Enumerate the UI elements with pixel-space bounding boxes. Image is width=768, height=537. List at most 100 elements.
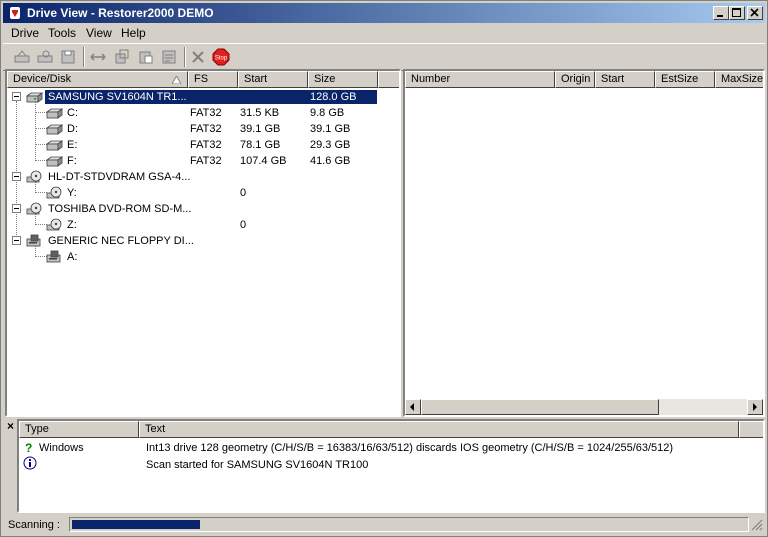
delete-icon[interactable] (189, 48, 207, 66)
tree-row-size: 9.8 GB (310, 107, 345, 119)
scan-drive-icon[interactable] (36, 48, 54, 66)
tree-row-size: 29.3 GB (310, 139, 351, 151)
question-icon: ? (25, 441, 33, 455)
cd-drive-icon (26, 170, 42, 183)
resize-grip-icon[interactable] (751, 519, 763, 531)
toolbar-separator (184, 47, 186, 67)
scroll-right-button[interactable] (747, 399, 763, 415)
properties-icon[interactable] (160, 48, 178, 66)
maximize-button[interactable] (729, 6, 745, 20)
tree-line (35, 101, 36, 159)
menu-bar: Drive Tools View Help (3, 24, 765, 42)
menu-help[interactable]: Help (121, 26, 146, 40)
column-header-fs[interactable]: FS (188, 71, 238, 88)
partition-icon (45, 140, 63, 151)
column-header-origin[interactable]: Origin (555, 71, 595, 88)
partition-list-panel[interactable]: Number Origin Start EstSize MaxSize (403, 69, 765, 417)
tree-row-name[interactable]: E: (67, 138, 77, 152)
tree-row-start: 78.1 GB (240, 139, 281, 151)
sort-ascending-icon (172, 76, 181, 84)
arrow-right-icon (753, 403, 757, 411)
info-icon (23, 456, 37, 470)
column-header-size[interactable]: Size (308, 71, 378, 88)
close-button[interactable] (747, 6, 763, 20)
tree-row-fs: FAT32 (190, 107, 222, 119)
device-tree-panel[interactable]: Device/Disk FS Start Size SAMSUNG SV1604… (5, 69, 401, 417)
save-scan-icon[interactable] (59, 48, 77, 66)
horizontal-scrollbar[interactable] (405, 399, 763, 415)
partition-icon (45, 156, 63, 167)
scroll-left-button[interactable] (405, 399, 421, 415)
minimize-icon (717, 15, 723, 17)
tree-row-name[interactable]: D: (67, 122, 78, 136)
tree-row-fs: FAT32 (190, 155, 222, 167)
tree-row-size: 41.6 GB (310, 155, 351, 167)
column-header-start[interactable]: Start (238, 71, 308, 88)
tree-row-start: 0 (240, 187, 247, 199)
scan-progress-bar (69, 517, 749, 532)
floppy-drive-icon (26, 234, 41, 247)
column-header-text[interactable]: Text (139, 421, 739, 438)
tree-row-size: 128.0 GB (310, 91, 357, 103)
tree-row-name: SAMSUNG SV1604N TR1... (48, 91, 187, 103)
open-drive-icon[interactable] (13, 48, 31, 66)
arrow-left-icon (410, 403, 414, 411)
tree-row-fs: FAT32 (190, 139, 222, 151)
tree-row-name[interactable]: C: (67, 106, 78, 120)
log-row-text: Scan started for SAMSUNG SV1604N TR100 (146, 459, 369, 471)
scan-progress-fill (72, 520, 200, 529)
stop-label: Stop (215, 56, 228, 62)
column-header-number[interactable]: Number (405, 71, 555, 88)
column-header-estsize[interactable]: EstSize (655, 71, 715, 88)
menu-drive[interactable]: Drive (11, 26, 39, 40)
tree-row-name[interactable]: TOSHIBA DVD-ROM SD-M... (48, 202, 191, 216)
window-title: Drive View - Restorer2000 DEMO (27, 6, 214, 20)
tree-row-start: 0 (240, 219, 247, 231)
swap-arrows-icon[interactable] (89, 48, 107, 66)
column-header-start[interactable]: Start (595, 71, 655, 88)
tree-row-name[interactable]: GENERIC NEC FLOPPY DI... (48, 234, 194, 248)
tree-collapse-toggle[interactable] (12, 172, 21, 181)
log-list[interactable]: Type Text ? Windows Int13 drive 128 geom… (17, 419, 765, 513)
title-bar[interactable]: Drive View - Restorer2000 DEMO (3, 3, 765, 23)
tree-row-start: 31.5 KB (240, 107, 280, 119)
cd-volume-icon (46, 218, 62, 231)
menu-view[interactable]: View (86, 26, 112, 40)
maximize-icon (732, 8, 741, 17)
column-header-filler (739, 421, 763, 438)
app-icon (10, 7, 20, 19)
main-window: Drive View - Restorer2000 DEMO Drive Too… (0, 0, 768, 537)
tree-row-name[interactable]: Y: (67, 186, 77, 200)
tree-line (16, 101, 17, 241)
tree-row-name[interactable]: F: (67, 154, 77, 168)
column-header-type[interactable]: Type (19, 421, 139, 438)
copy-icon[interactable] (113, 48, 131, 66)
minimize-button[interactable] (713, 6, 729, 20)
tree-collapse-toggle[interactable] (12, 92, 21, 101)
tree-row-start: 39.1 GB (240, 123, 281, 135)
cd-volume-icon (46, 186, 62, 199)
toolbar-separator (83, 47, 85, 67)
tree-collapse-toggle[interactable] (12, 204, 21, 213)
close-log-icon[interactable]: × (7, 419, 14, 433)
stop-icon[interactable]: Stop (212, 48, 230, 66)
scroll-thumb[interactable] (421, 399, 659, 415)
close-icon (750, 8, 759, 17)
tree-row-name[interactable]: HL-DT-STDVDRAM GSA-4... (48, 170, 190, 184)
floppy-volume-icon (46, 250, 61, 263)
partition-icon (45, 108, 63, 119)
tree-row-name[interactable]: A: (67, 250, 77, 264)
column-header-maxsize[interactable]: MaxSize (715, 71, 763, 88)
cd-drive-icon (26, 202, 42, 215)
partition-icon (45, 124, 63, 135)
menu-tools[interactable]: Tools (48, 26, 76, 40)
status-label: Scanning : (8, 519, 60, 531)
tree-row-name[interactable]: Z: (67, 218, 77, 232)
log-row-text: Int13 drive 128 geometry (C/H/S/B = 1638… (146, 442, 674, 454)
column-header-filler (378, 71, 399, 88)
tree-collapse-toggle[interactable] (12, 236, 21, 245)
column-header-device-label: Device/Disk (13, 73, 72, 85)
paste-icon[interactable] (137, 48, 155, 66)
column-header-device[interactable]: Device/Disk (7, 71, 188, 88)
log-row-type: Windows (39, 442, 84, 454)
